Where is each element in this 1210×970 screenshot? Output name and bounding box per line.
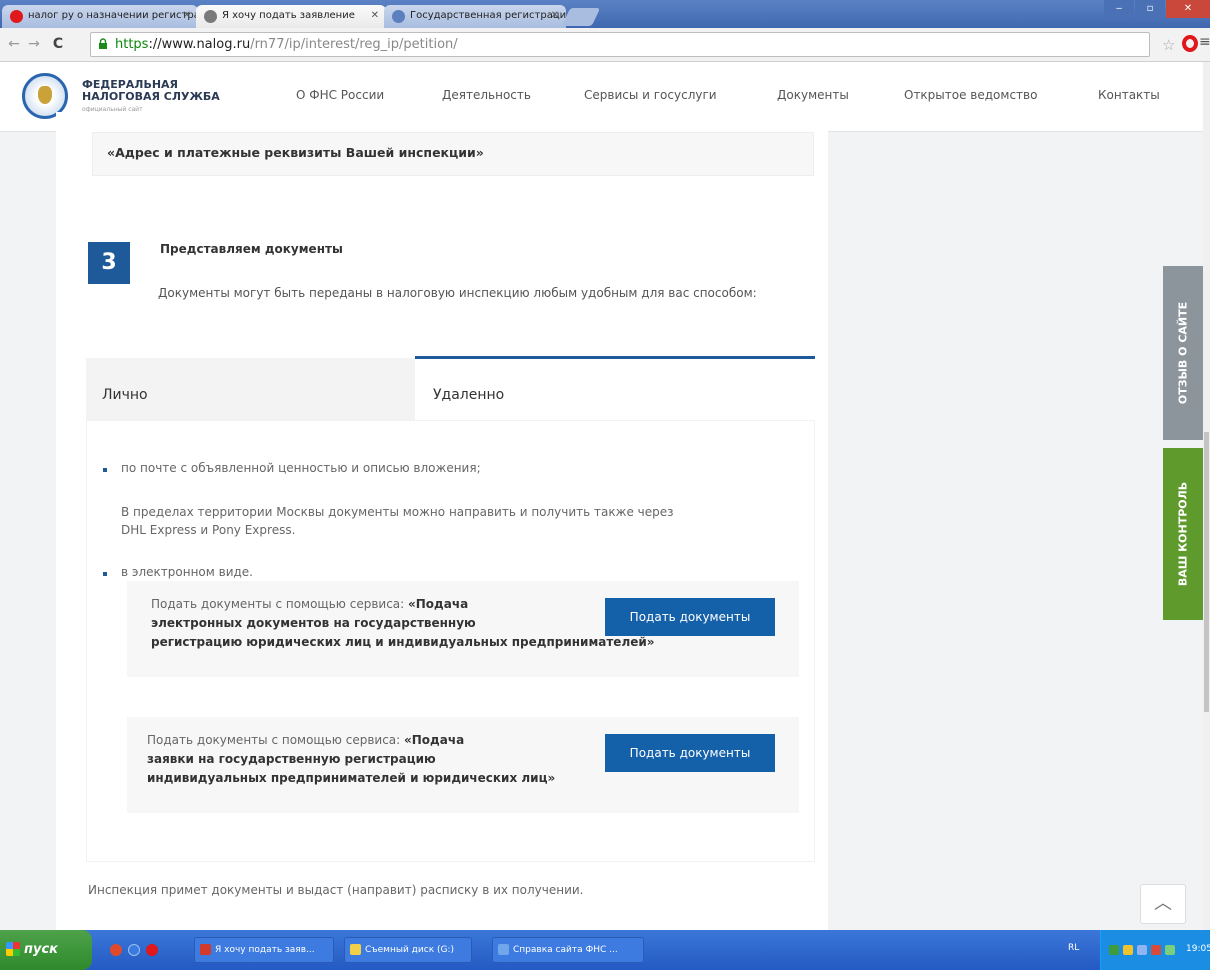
taskbar-clock: 19:05 [1186,944,1210,954]
site-logo[interactable]: ФЕДЕРАЛЬНАЯ НАЛОГОВАЯ СЛУЖБА [82,79,220,103]
receipt-note: Инспекция примет документы и выдаст (нап… [88,883,584,897]
feedback-side-tab-label: ОТЗЫВ О САЙТЕ [1176,301,1190,405]
remote-tab-panel: по почте с объявленной ценностью и опись… [86,420,815,862]
taskbar-item-help[interactable]: Справка сайта ФНС ... [492,937,644,963]
close-icon[interactable]: ✕ [371,5,379,27]
step-number-badge: 3 [88,242,130,284]
service-2-name-3: индивидуальных предпринимателей и юридич… [147,771,556,785]
taskbar-item-label: Я хочу подать заяв... [215,945,315,955]
browser-tab-title: Я хочу подать заявление [222,10,355,21]
back-icon[interactable]: ← [4,34,24,54]
scrollbar-thumb[interactable] [1204,432,1209,712]
nav-open-office[interactable]: Открытое ведомство [904,88,1037,102]
url-host: ://www.nalog.ru [148,37,251,52]
opera-menu-icon[interactable] [1182,35,1198,52]
bookmark-star-icon[interactable]: ☆ [1162,36,1175,54]
service-2-prefix: Подать документы с помощью сервиса: [147,733,405,747]
taskbar-item-label: Съемный диск (G:) [365,945,455,955]
quicklaunch-opera-icon[interactable] [146,944,158,956]
opera-favicon-icon [10,10,23,23]
close-icon[interactable]: ✕ [551,5,559,27]
new-tab-button[interactable] [561,8,601,26]
browser-tab-1[interactable]: налог ру о назначении регистрации ✕ [2,5,198,28]
service-1-name-2: электронных документов на государственну… [151,616,476,630]
service-1-name-1: «Подача [408,597,469,611]
taskbar-item-label: Справка сайта ФНС ... [513,945,618,955]
address-box: «Адрес и платежные реквизиты Вашей инспе… [92,132,814,176]
start-label: пуск [24,942,58,957]
bullet-icon [103,468,107,472]
electronic-option-text: в электронном виде. [121,565,253,579]
control-side-tab[interactable]: ВАШ КОНТРОЛЬ [1163,448,1203,620]
chevron-up-icon: ︿ [1154,893,1172,914]
minimize-button[interactable]: ‒ [1104,0,1134,18]
language-indicator[interactable]: RL [1068,943,1079,953]
mail-option-text: по почте с объявленной ценностью и опись… [121,461,481,475]
window-controls: ‒ ▫ ✕ [1103,0,1210,20]
service-box-2: Подать документы с помощью сервиса: «Под… [127,717,799,813]
tray-volume-icon[interactable] [1137,945,1147,955]
address-link[interactable]: «Адрес и платежные реквизиты Вашей инспе… [107,145,484,160]
submit-documents-button-2[interactable]: Подать документы [605,734,775,772]
nav-documents[interactable]: Документы [777,88,849,102]
taskbar-item-drive[interactable]: Съемный диск (G:) [344,937,472,963]
browser-tab-strip: налог ру о назначении регистрации ✕ Я хо… [0,0,1210,28]
nav-activity[interactable]: Деятельность [442,88,531,102]
url-scheme: https [115,37,149,52]
nav-about[interactable]: О ФНС России [296,88,384,102]
scroll-to-top-button[interactable]: ︿ [1140,884,1186,924]
address-bar: ← → C https://www.nalog.ru/rn77/ip/inter… [0,28,1210,62]
menu-icon[interactable]: ≡ [1199,34,1210,50]
control-side-tab-label: ВАШ КОНТРОЛЬ [1176,481,1190,587]
start-button[interactable]: пуск [0,930,92,970]
bullet-icon [103,572,107,576]
browser-tab-2[interactable]: Я хочу подать заявление ✕ [196,5,386,28]
moscow-note-line-1: В пределах территории Москвы документы м… [121,505,674,519]
service-1-name-3: регистрацию юридических лиц и индивидуал… [151,635,655,649]
step-3-card: 3 Представляем документы Документы могут… [56,220,828,930]
browser-tab-title: Государственная регистрация [410,10,566,21]
forward-icon[interactable]: → [24,34,44,54]
url-input[interactable]: https://www.nalog.ru/rn77/ip/interest/re… [90,32,1150,57]
tab-remote[interactable]: Удаленно [415,356,815,420]
quicklaunch-browser-icon[interactable] [110,944,122,956]
tray-network-icon[interactable] [1109,945,1119,955]
browser-tab-3[interactable]: Государственная регистрация ✕ [384,5,566,28]
lock-icon [99,38,107,49]
close-icon[interactable]: ✕ [183,5,191,27]
browser-window-icon [200,944,211,955]
globe-favicon-icon [204,10,217,23]
logo-line-2: НАЛОГОВАЯ СЛУЖБА [82,90,220,103]
taskbar: пуск Я хочу подать заяв... Съемный диск … [0,930,1210,970]
content-area: «Адрес и платежные реквизиты Вашей инспе… [0,112,1210,930]
step-title: Представляем документы [160,242,343,256]
tray-update-icon[interactable] [1151,945,1161,955]
service-1-prefix: Подать документы с помощью сервиса: [151,597,409,611]
maximize-button[interactable]: ▫ [1135,0,1165,18]
tray-battery-icon[interactable] [1165,945,1175,955]
url-path: /rn77/ip/interest/reg_ip/petition/ [250,37,458,52]
quicklaunch-desktop-icon[interactable] [128,944,140,956]
step-description: Документы могут быть переданы в налогову… [158,286,757,300]
nav-contacts[interactable]: Контакты [1098,88,1160,102]
feedback-side-tab[interactable]: ОТЗЫВ О САЙТЕ [1163,266,1203,440]
globe-favicon-icon [392,10,405,23]
nav-services[interactable]: Сервисы и госуслуги [584,88,717,102]
service-2-name-2: заявки на государственную регистрацию [147,752,436,766]
service-box-1: Подать документы с помощью сервиса: «Под… [127,581,799,677]
browser-tab-title: налог ру о назначении регистрации [28,10,198,21]
submit-documents-button-1[interactable]: Подать документы [605,598,775,636]
folder-icon [350,944,361,955]
tray-security-icon[interactable] [1123,945,1133,955]
help-document-icon [498,944,509,955]
reload-icon[interactable]: C [48,34,68,54]
windows-logo-icon [6,942,20,956]
tab-personal[interactable]: Лично [86,358,416,420]
taskbar-item-browser[interactable]: Я хочу подать заяв... [194,937,334,963]
moscow-note-line-2: DHL Express и Pony Express. [121,523,296,537]
close-window-button[interactable]: ✕ [1166,0,1210,18]
service-2-name-1: «Подача [404,733,465,747]
page-scrollbar[interactable] [1203,62,1210,930]
